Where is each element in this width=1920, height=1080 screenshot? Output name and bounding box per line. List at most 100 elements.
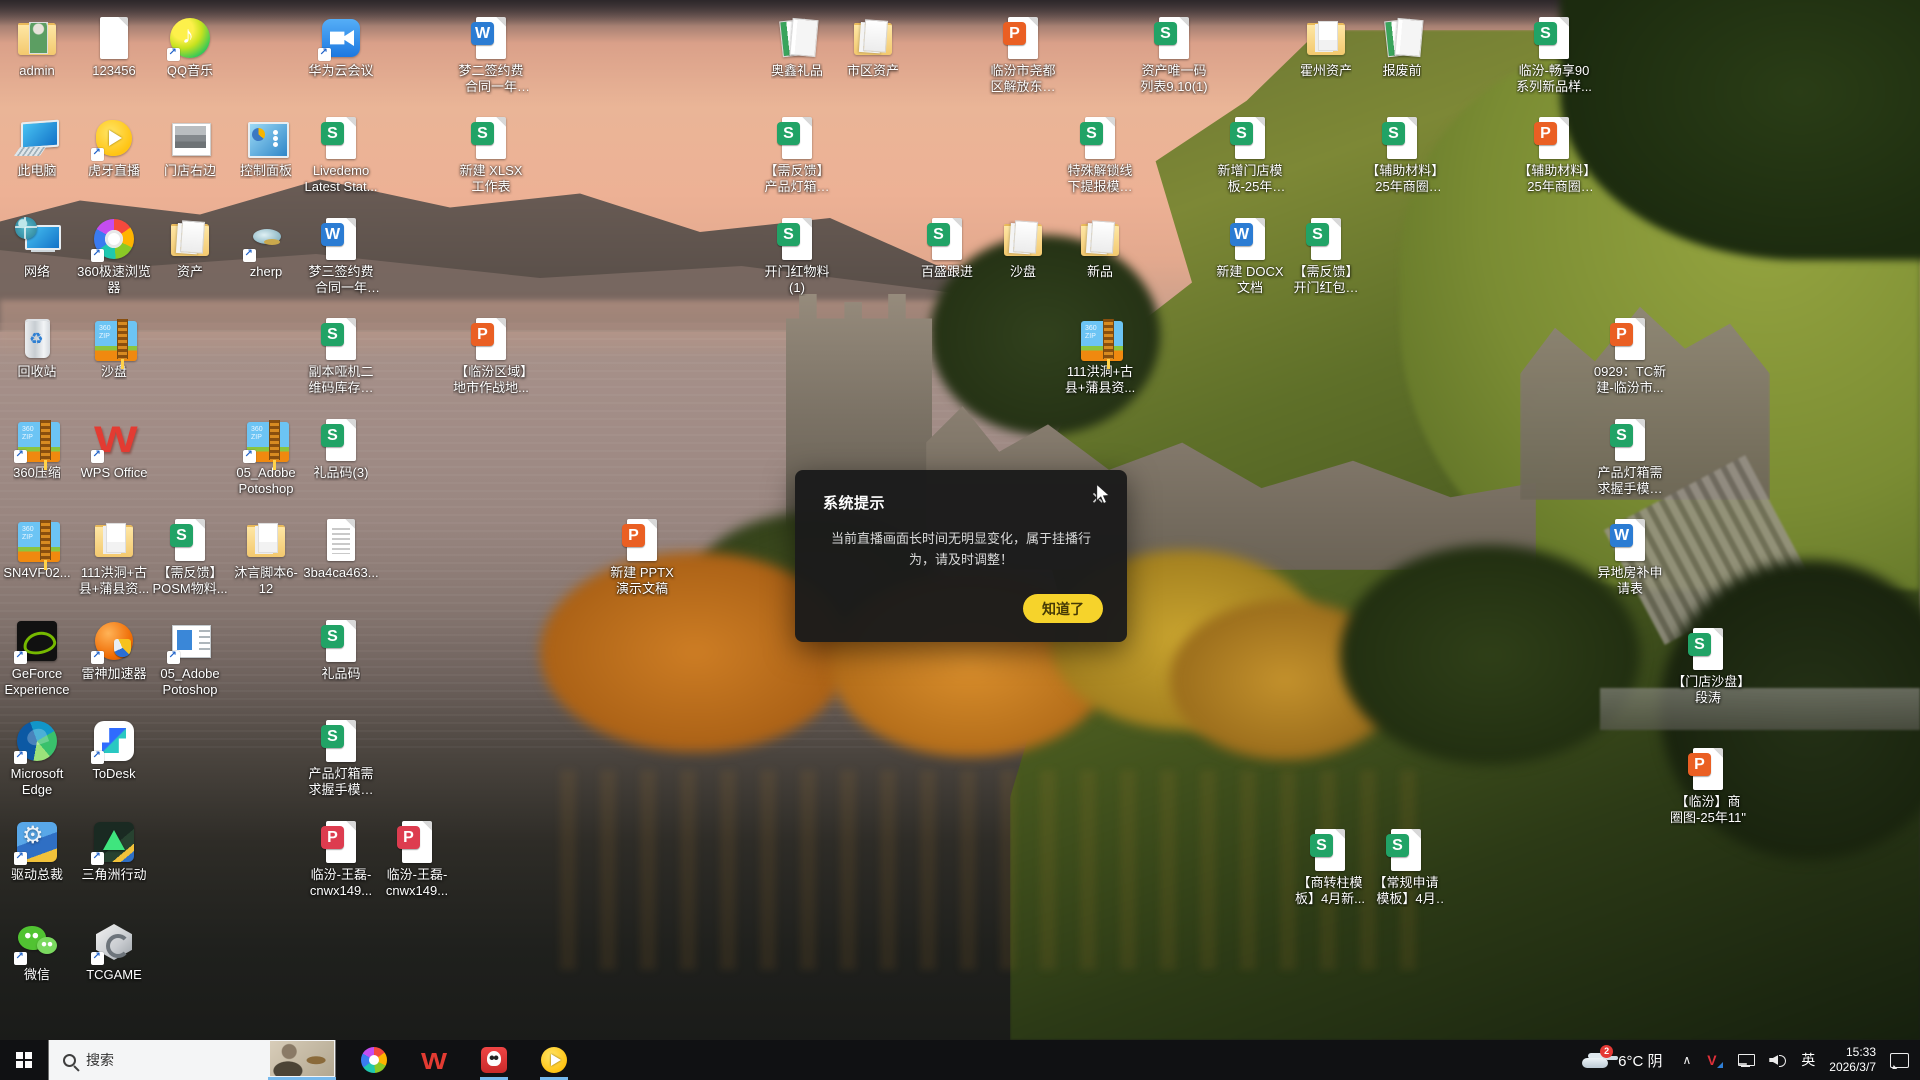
desktop-icon[interactable]: 产品灯箱需求握手模板 -... [1592, 418, 1668, 497]
desktop-icon[interactable]: 【需反馈】产品灯箱需求... [759, 116, 835, 195]
desktop-icon[interactable]: QQ音乐 [152, 16, 228, 79]
desktop-icon[interactable]: 异地房补申请表 [1592, 518, 1668, 597]
desktop-icon-glyph [775, 16, 819, 60]
desktop-icon[interactable]: 【常规申请模板】4月新... [1368, 828, 1444, 907]
weather-widget[interactable]: 2 6°C 阴 [1574, 1050, 1668, 1071]
desktop-icon[interactable]: 开门红物料(1) [759, 217, 835, 296]
desktop-icon[interactable]: 新建 XLSX 工作表 [453, 116, 529, 195]
desktop-icon[interactable]: 【需反馈】POSM物料... [152, 518, 228, 597]
desktop-icon[interactable]: 特殊解锁线下提报模版(1) [1062, 116, 1138, 195]
desktop-icon[interactable]: 【门店沙盘】段涛 [1670, 627, 1746, 706]
desktop-icon[interactable]: 华为云会议 [303, 16, 379, 79]
action-center-icon[interactable] [1890, 1052, 1908, 1068]
desktop-icon[interactable]: 虎牙直播 [76, 116, 152, 179]
network-icon[interactable] [1737, 1052, 1755, 1068]
desktop-icon[interactable]: 临汾市尧都区解放东路方... [985, 16, 1061, 95]
desktop-icon[interactable]: 360压缩 [0, 418, 75, 481]
desktop-icon[interactable]: 礼品码(3) [303, 418, 379, 481]
acknowledge-button[interactable]: 知道了 [1023, 594, 1103, 623]
desktop-icon[interactable]: 副本哑机二维码库存报表... [303, 317, 379, 396]
desktop-icon-glyph [1532, 16, 1576, 60]
desktop-icon[interactable]: 【临汾区域】地市作战地... [453, 317, 529, 396]
desktop-icon[interactable]: 市区资产 [835, 16, 911, 79]
desktop-icon[interactable]: 新增门店模板-25年9.15... [1212, 116, 1288, 195]
desktop-icon[interactable]: 临汾-王磊-cnwx149... [303, 820, 379, 899]
desktop-icon[interactable]: 新建 PPTX 演示文稿 [604, 518, 680, 597]
desktop-icon[interactable]: 控制面板 [228, 116, 304, 179]
taskbar-app-huya-live[interactable] [534, 1040, 574, 1080]
desktop-icon[interactable]: 05_Adobe Potoshop [152, 619, 228, 698]
desktop-icon[interactable]: 梦二签约费合同一年6.5w... [453, 16, 529, 95]
desktop-icon[interactable]: 报废前 [1364, 16, 1440, 79]
desktop-icon[interactable]: 沙盘 [76, 317, 152, 380]
search-box[interactable]: 搜索 [48, 1040, 336, 1080]
desktop-icon-label: 【常规申请模板】4月新... [1368, 875, 1444, 907]
desktop-icon-label: 【辅助材料】25年商圈一... [1364, 163, 1440, 195]
desktop-icon[interactable]: TCGAME [76, 920, 152, 983]
desktop-icon[interactable]: 123456 [76, 16, 152, 79]
desktop-icon-label: 门店右边 [164, 163, 216, 179]
desktop-icon[interactable]: 0929：TC新建-临汾市... [1592, 317, 1668, 396]
desktop-icon[interactable]: 360极速浏览器 [76, 217, 152, 296]
desktop-icon[interactable]: 新品 [1062, 217, 1138, 280]
desktop-icon[interactable]: 111洪洞+古县+蒲县资... [76, 518, 152, 597]
desktop-icon[interactable]: 111洪洞+古县+蒲县资... [1062, 317, 1138, 396]
desktop-icon[interactable]: Microsoft Edge [0, 719, 75, 798]
desktop-icon-glyph [1078, 317, 1122, 361]
desktop-icon[interactable]: 【需反馈】开门红包店红... [1288, 217, 1364, 296]
desktop-icon[interactable]: 【临汾】商圈图-25年11" [1670, 747, 1746, 826]
desktop-icon-glyph [319, 16, 363, 60]
volume-icon[interactable] [1769, 1052, 1787, 1068]
desktop-icon-glyph [92, 418, 136, 462]
desktop-icon[interactable]: 雷神加速器 [76, 619, 152, 682]
desktop-icon[interactable]: 奥鑫礼品 [759, 16, 835, 79]
desktop-icon[interactable]: zherp [228, 217, 304, 280]
desktop-icon[interactable]: 产品灯箱需求握手模板 -... [303, 719, 379, 798]
desktop-icon[interactable]: 驱动总裁 [0, 820, 75, 883]
desktop-icon[interactable]: WPS Office [76, 418, 152, 481]
start-button[interactable] [0, 1040, 48, 1080]
tray-app-icon[interactable] [1705, 1052, 1723, 1068]
desktop-icon-label: 【商转柱模板】4月新... [1292, 875, 1368, 907]
desktop-icon[interactable]: 资产 [152, 217, 228, 280]
desktop-icon[interactable]: 资产唯一码列表9.10(1) [1136, 16, 1212, 95]
desktop-icon[interactable]: Livedemo Latest Stat... [303, 116, 379, 195]
desktop-icon[interactable]: 【商转柱模板】4月新... [1292, 828, 1368, 907]
taskbar-app-wps-office[interactable] [414, 1040, 454, 1080]
desktop-icon[interactable]: ToDesk [76, 719, 152, 782]
taskbar-clock[interactable]: 15:33 2026/3/7 [1829, 1045, 1876, 1075]
desktop-icon[interactable]: 霍州资产 [1288, 16, 1364, 79]
desktop-icon-label: Livedemo Latest Stat... [303, 163, 379, 195]
shortcut-arrow-icon [91, 651, 104, 664]
desktop-icon[interactable]: 门店右边 [152, 116, 228, 179]
desktop-icon[interactable]: SN4VF02... [0, 518, 75, 581]
desktop-icon[interactable]: 临汾-畅享90系列新品样... [1516, 16, 1592, 95]
desktop-icon[interactable]: 回收站 [0, 317, 75, 380]
desktop-icon[interactable]: 3ba4ca463... [303, 518, 379, 581]
desktop-icon[interactable]: 05_Adobe Potoshop [228, 418, 304, 497]
desktop-icon[interactable]: 沙盘 [985, 217, 1061, 280]
desktop-icon[interactable]: 临汾-王磊-cnwx149... [379, 820, 455, 899]
desktop-icon[interactable]: 此电脑 [0, 116, 75, 179]
desktop-icon-glyph [1608, 418, 1652, 462]
search-highlight-thumbnail[interactable] [270, 1041, 334, 1076]
desktop-icon-label: 111洪洞+古县+蒲县资... [1062, 364, 1138, 396]
desktop-icon[interactable]: 新建 DOCX 文档 [1212, 217, 1288, 296]
desktop-icon[interactable]: 【辅助材料】25年商圈一... [1364, 116, 1440, 195]
input-method-indicator[interactable]: 英 [1801, 1050, 1815, 1070]
desktop-icon[interactable]: 百盛跟进 [909, 217, 985, 280]
desktop-icon[interactable]: GeForce Experience [0, 619, 75, 698]
taskbar-app-360-browser[interactable] [354, 1040, 394, 1080]
tray-expand-chevron-icon[interactable]: ∧ [1682, 1053, 1691, 1067]
desktop-icon-glyph [469, 116, 513, 160]
desktop-icon[interactable]: 网络 [0, 217, 75, 280]
desktop-icon[interactable]: 【辅助材料】25年商圈一... [1516, 116, 1592, 195]
desktop-icon[interactable]: 三角洲行动 [76, 820, 152, 883]
desktop-icon[interactable]: 微信 [0, 920, 75, 983]
desktop-icon[interactable]: 梦三签约费合同一年6.5w... [303, 217, 379, 296]
desktop-icon[interactable]: admin [0, 16, 75, 79]
taskbar-app-red-live-app[interactable] [474, 1040, 514, 1080]
desktop-icon[interactable]: 沐言脚本6-12 [228, 518, 304, 597]
desktop-icon-label: WPS Office [81, 465, 148, 481]
desktop-icon[interactable]: 礼品码 [303, 619, 379, 682]
